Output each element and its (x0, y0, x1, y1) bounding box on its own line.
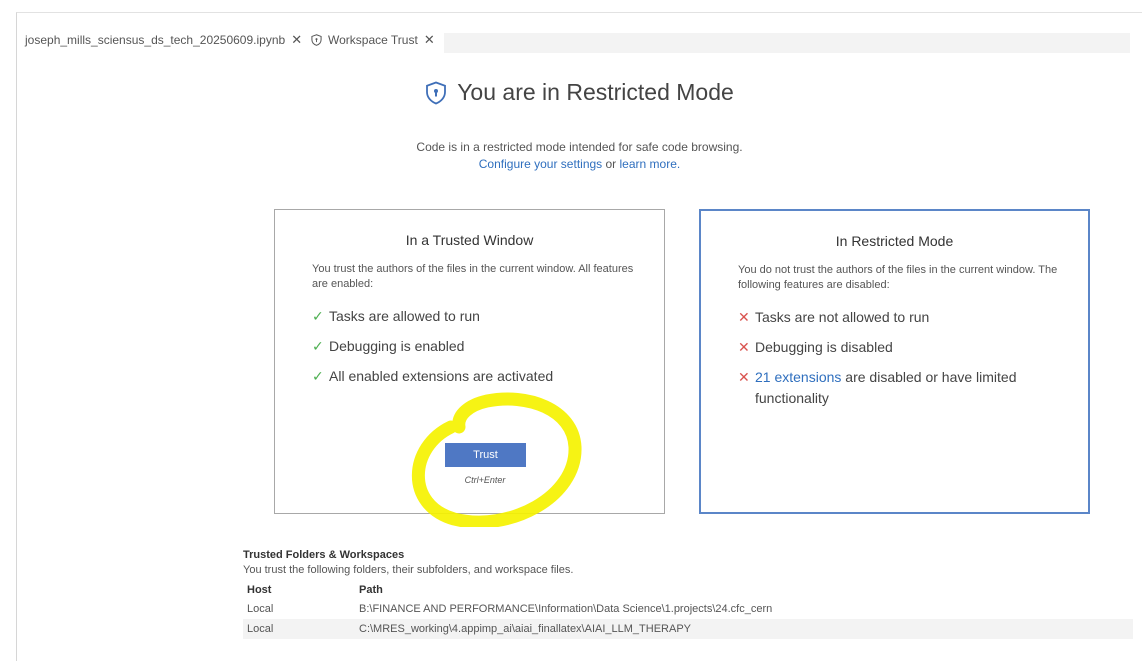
tab-notebook-close-icon[interactable]: ✕ (291, 32, 302, 48)
shield-icon (426, 81, 447, 104)
trusted-feature-text: Tasks are allowed to run (329, 308, 480, 324)
trusted-feature-item: ✓ Tasks are allowed to run (312, 306, 634, 327)
check-icon: ✓ (312, 308, 324, 324)
x-icon: ✕ (738, 369, 750, 385)
table-row[interactable]: Local B:\FINANCE AND PERFORMANCE\Informa… (243, 599, 1133, 619)
configure-settings-link[interactable]: Configure your settings (479, 157, 602, 171)
x-icon: ✕ (738, 309, 750, 325)
trusted-card-title: In a Trusted Window (405, 232, 534, 248)
description-text: Code is in a restricted mode intended fo… (416, 140, 743, 154)
x-icon: ✕ (738, 339, 750, 355)
description-links: Configure your settings or learn more. (17, 156, 1142, 173)
tab-workspace-trust-label: Workspace Trust (328, 33, 418, 47)
trusted-feature-item: ✓ Debugging is enabled (312, 336, 634, 357)
check-icon: ✓ (312, 368, 324, 384)
table-row[interactable]: Local C:\MRES_working\4.appimp_ai\aiai_f… (243, 619, 1133, 639)
shield-icon (311, 34, 322, 46)
restricted-feature-item: ✕ 21 extensions are disabled or have lim… (738, 367, 1038, 409)
tab-notebook-label: joseph_mills_sciensus_ds_tech_20250609.i… (25, 33, 286, 47)
extensions-link[interactable]: 21 extensions (755, 369, 841, 385)
page-title: You are in Restricted Mode (425, 79, 734, 106)
tab-workspace-trust-close-icon[interactable]: ✕ (424, 32, 435, 48)
restricted-mode-description: Code is in a restricted mode intended fo… (17, 139, 1142, 173)
tab-notebook[interactable]: joseph_mills_sciensus_ds_tech_20250609.i… (25, 27, 302, 53)
host-column-header: Host (247, 584, 272, 596)
host-cell: Local (247, 603, 274, 615)
restricted-card-title: In Restricted Mode (835, 233, 954, 249)
page-title-text: You are in Restricted Mode (457, 79, 734, 105)
restricted-feature-text: Tasks are not allowed to run (755, 309, 930, 325)
tab-workspace-trust[interactable]: Workspace Trust ✕ (311, 27, 435, 53)
path-column-header: Path (359, 584, 383, 596)
check-icon: ✓ (312, 338, 324, 354)
restricted-card-description: You do not trust the authors of the file… (738, 264, 1058, 291)
trusted-folders-section: Trusted Folders & Workspaces You trust t… (243, 549, 1133, 639)
trust-button[interactable]: Trust (445, 443, 526, 467)
tab-bar: joseph_mills_sciensus_ds_tech_20250609.i… (17, 13, 1142, 53)
trusted-folders-title: Trusted Folders & Workspaces (243, 549, 405, 561)
table-header-row: Host Path (243, 581, 1133, 599)
or-text: or (602, 157, 620, 171)
path-cell: C:\MRES_working\4.appimp_ai\aiai_finalla… (355, 619, 1133, 639)
trusted-card-description: You trust the authors of the files in th… (312, 263, 634, 290)
tab-bar-empty-area (444, 33, 1130, 53)
restricted-feature-item: ✕ Debugging is disabled (738, 337, 1058, 358)
host-cell: Local (243, 619, 355, 639)
trust-shortcut-hint: Ctrl+Enter (464, 475, 506, 485)
path-cell: B:\FINANCE AND PERFORMANCE\Information\D… (359, 603, 773, 615)
trusted-feature-text: Debugging is enabled (329, 338, 465, 354)
trusted-feature-item: ✓ All enabled extensions are activated (312, 366, 634, 387)
restricted-mode-header: You are in Restricted Mode (17, 79, 1142, 110)
restricted-feature-text: Debugging is disabled (755, 339, 893, 355)
trusted-folders-table: Host Path Local B:\FINANCE AND PERFORMAN… (243, 581, 1133, 639)
trusted-feature-text: All enabled extensions are activated (329, 368, 554, 384)
workspace-trust-editor: joseph_mills_sciensus_ds_tech_20250609.i… (16, 12, 1142, 661)
restricted-extensions-text: 21 extensions are disabled or have limit… (755, 367, 1038, 409)
trusted-window-card: In a Trusted Window You trust the author… (274, 209, 665, 514)
restricted-feature-item: ✕ Tasks are not allowed to run (738, 307, 1058, 328)
learn-more-link[interactable]: learn more. (620, 157, 681, 171)
trusted-folders-description: You trust the following folders, their s… (243, 564, 574, 576)
restricted-mode-card: In Restricted Mode You do not trust the … (699, 209, 1090, 514)
